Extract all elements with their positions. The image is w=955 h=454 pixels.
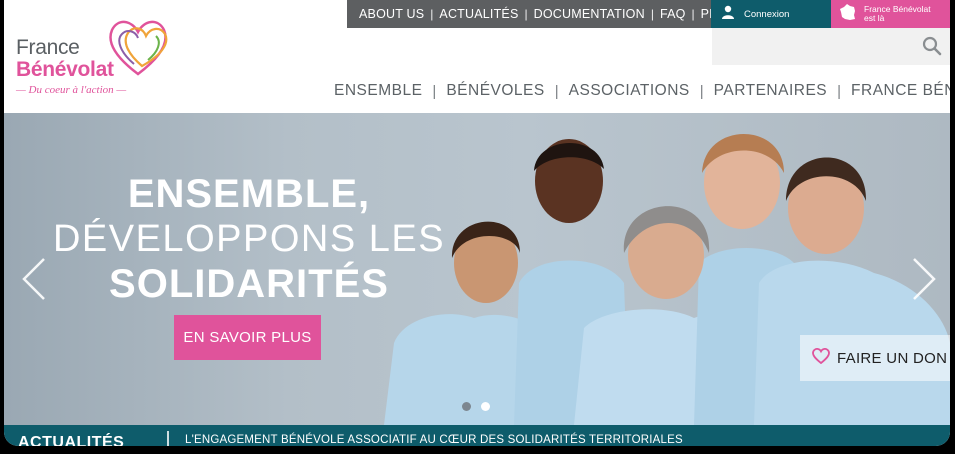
heart-icon xyxy=(812,347,830,369)
connexion-label: Connexion xyxy=(744,8,790,20)
en-savoir-plus-button[interactable]: EN SAVOIR PLUS xyxy=(174,315,321,360)
search-input[interactable] xyxy=(712,28,932,65)
france-benevolat-ici-button[interactable]: France Bénévolat est là xyxy=(831,0,950,28)
nav-separator: | xyxy=(699,82,704,100)
user-icon xyxy=(721,5,735,24)
logo[interactable]: France Bénévolat — Du coeur à l'action — xyxy=(14,14,179,99)
ici-label: France Bénévolat est là xyxy=(864,4,931,23)
main-nav: ENSEMBLE | BÉNÉVOLES | ASSOCIATIONS | PA… xyxy=(334,82,950,100)
topnav-about-us[interactable]: ABOUT US xyxy=(359,7,424,21)
france-map-icon xyxy=(839,3,857,26)
nav-partenaires[interactable]: PARTENAIRES xyxy=(714,82,827,100)
logo-line2: Bénévolat xyxy=(16,58,114,81)
top-utility-bar: ABOUT US | ACTUALITÉS | DOCUMENTATION | … xyxy=(347,0,950,28)
topnav-faq[interactable]: FAQ xyxy=(660,7,686,21)
topnav-separator: | xyxy=(524,7,528,21)
topnav-separator: | xyxy=(691,7,695,21)
nav-separator: | xyxy=(837,82,842,100)
nav-separator: | xyxy=(554,82,559,100)
news-divider xyxy=(167,431,169,446)
nav-benevoles[interactable]: BÉNÉVOLES xyxy=(446,82,544,100)
topnav-documentation[interactable]: DOCUMENTATION xyxy=(534,7,645,21)
logo-tagline: — Du coeur à l'action — xyxy=(16,84,127,96)
top-nav: ABOUT US | ACTUALITÉS | DOCUMENTATION | … xyxy=(347,0,752,28)
carousel-next-arrow-icon[interactable] xyxy=(908,255,940,308)
carousel-dot[interactable] xyxy=(462,402,471,411)
hero-line2: DÉVELOPPONS LES xyxy=(52,218,446,260)
search-icon[interactable] xyxy=(922,36,942,61)
hero-line3: SOLIDARITÉS xyxy=(109,262,389,306)
carousel-dots xyxy=(462,402,490,411)
hero-carousel: ENSEMBLE, DÉVELOPPONS LES SOLIDARITÉS EN… xyxy=(4,113,950,425)
news-strip: ACTUALITÉS L'ENGAGEMENT BÉNÉVOLE ASSOCIA… xyxy=(4,425,950,446)
hero-headline: ENSEMBLE, DÉVELOPPONS LES SOLIDARITÉS xyxy=(4,171,494,307)
logo-line1: France xyxy=(16,36,80,59)
topnav-actualites[interactable]: ACTUALITÉS xyxy=(439,7,518,21)
search-box xyxy=(712,28,950,65)
nav-separator: | xyxy=(432,82,437,100)
carousel-prev-arrow-icon[interactable] xyxy=(18,255,50,308)
nav-france-benevolat[interactable]: FRANCE BÉNÉVOLAT xyxy=(851,82,950,100)
page: ABOUT US | ACTUALITÉS | DOCUMENTATION | … xyxy=(4,0,950,446)
news-headline-link[interactable]: L'ENGAGEMENT BÉNÉVOLE ASSOCIATIF AU CŒUR… xyxy=(185,434,683,446)
faire-un-don-button[interactable]: FAIRE UN DON xyxy=(800,335,950,381)
nav-associations[interactable]: ASSOCIATIONS xyxy=(569,82,690,100)
hero-line1: ENSEMBLE, xyxy=(127,172,371,216)
donate-label: FAIRE UN DON xyxy=(837,349,948,367)
topnav-separator: | xyxy=(430,7,434,21)
connexion-button[interactable]: Connexion xyxy=(711,0,831,28)
topnav-separator: | xyxy=(650,7,654,21)
carousel-dot[interactable] xyxy=(481,402,490,411)
news-heading: ACTUALITÉS xyxy=(18,434,125,446)
nav-ensemble[interactable]: ENSEMBLE xyxy=(334,82,422,100)
